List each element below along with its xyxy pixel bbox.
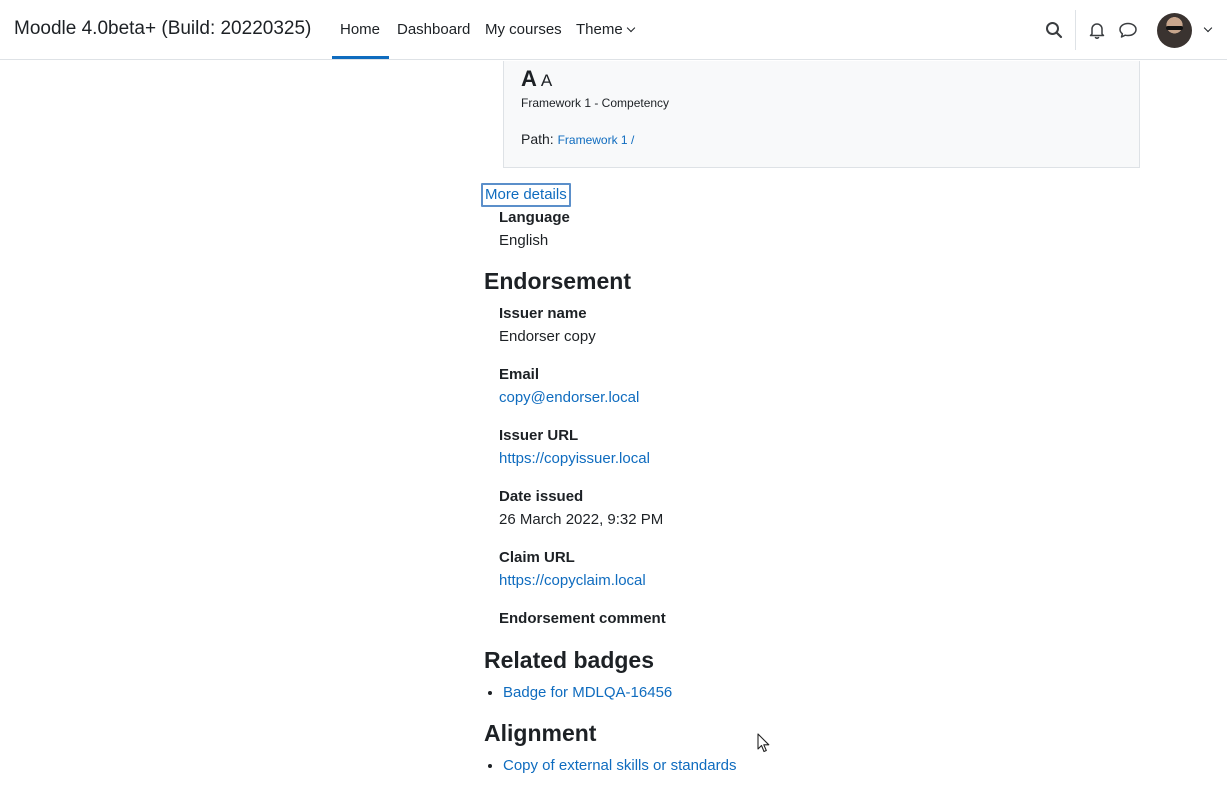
alignment-link[interactable]: Copy of external skills or standards: [503, 757, 736, 774]
search-icon[interactable]: [1044, 20, 1064, 40]
top-navbar: Moodle 4.0beta+ (Build: 20220325) Home D…: [0, 0, 1227, 60]
competency-path: Path: Framework 1 /: [521, 131, 634, 147]
user-avatar[interactable]: [1157, 13, 1192, 48]
related-badge-link[interactable]: Badge for MDLQA-16456: [503, 684, 672, 701]
avatar-glasses: [1166, 26, 1183, 30]
path-framework-link[interactable]: Framework 1 /: [558, 133, 635, 147]
issuer-name-value: Endorser copy: [499, 328, 596, 345]
user-menu-chevron-icon[interactable]: [1203, 23, 1213, 33]
competency-shortname: A: [521, 66, 537, 91]
navbar-divider: [1075, 10, 1076, 50]
related-badges-heading: Related badges: [484, 647, 654, 673]
language-value: English: [499, 232, 549, 249]
alignment-list: Copy of external skills or standards: [484, 757, 736, 774]
competency-title: AA: [521, 66, 552, 92]
language-label: Language: [499, 209, 570, 226]
bell-icon[interactable]: [1087, 20, 1107, 40]
email-link[interactable]: copy@endorser.local: [499, 389, 639, 406]
nav-dashboard[interactable]: Dashboard: [397, 21, 470, 38]
date-issued-label: Date issued: [499, 488, 584, 505]
issuer-name-label: Issuer name: [499, 305, 587, 322]
list-item: Copy of external skills or standards: [503, 757, 736, 774]
competency-idnumber: A: [540, 71, 553, 90]
nav-my-courses[interactable]: My courses: [485, 21, 562, 38]
nav-active-indicator: [332, 56, 389, 59]
more-details-link[interactable]: More details: [481, 183, 571, 207]
claim-url-link[interactable]: https://copyclaim.local: [499, 572, 646, 589]
path-label: Path:: [521, 131, 554, 147]
date-issued-value: 26 March 2022, 9:32 PM: [499, 511, 664, 528]
chevron-down-icon: [626, 23, 635, 33]
mouse-cursor-icon: [757, 733, 771, 753]
nav-theme-dropdown[interactable]: Theme: [576, 21, 635, 38]
competency-card: AA Framework 1 - Competency Path: Framew…: [503, 61, 1140, 168]
alignment-heading: Alignment: [484, 720, 597, 746]
related-badges-list: Badge for MDLQA-16456: [484, 684, 672, 701]
email-label: Email: [499, 366, 540, 383]
site-brand[interactable]: Moodle 4.0beta+ (Build: 20220325): [14, 18, 311, 40]
list-item: Badge for MDLQA-16456: [503, 684, 672, 701]
endorsement-heading: Endorsement: [484, 268, 631, 294]
issuer-url-label: Issuer URL: [499, 427, 579, 444]
claim-url-label: Claim URL: [499, 549, 575, 566]
competency-subtitle: Framework 1 - Competency: [521, 96, 670, 110]
chat-bubble-icon[interactable]: [1118, 20, 1138, 40]
issuer-url-link[interactable]: https://copyissuer.local: [499, 450, 650, 467]
nav-theme-label: Theme: [576, 21, 623, 38]
nav-home[interactable]: Home: [340, 21, 380, 38]
endorsement-comment-label: Endorsement comment: [499, 610, 666, 627]
